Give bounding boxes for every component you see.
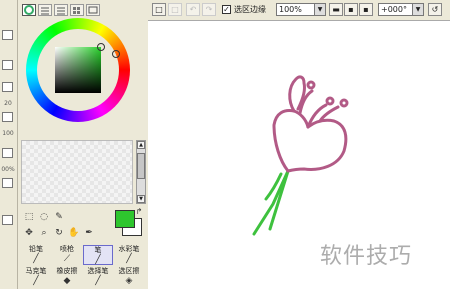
brush-airbrush[interactable]: 喷枪 ⟋: [52, 245, 82, 265]
airbrush-icon: ⟋: [63, 254, 71, 264]
brush-label: 马克笔: [25, 267, 47, 275]
slider-icon: [57, 7, 65, 15]
rotation-select[interactable]: +000° ▼: [378, 3, 424, 16]
select-eraser-icon: ◈: [125, 276, 133, 286]
brush-label: 笔: [94, 246, 102, 254]
lasso-icon[interactable]: ◌: [37, 211, 51, 223]
select-pen-icon: ╱: [95, 276, 101, 286]
brush-pen[interactable]: 笔 ╱: [83, 245, 113, 265]
density-value: 100: [2, 130, 14, 137]
slider-icon: [41, 7, 49, 15]
scroll-box[interactable]: [2, 215, 13, 225]
scratchpad-scrollbar[interactable]: ▲ ▼: [136, 140, 146, 204]
selection-edge-label: 选区边缘: [234, 5, 266, 14]
brush-pencil[interactable]: 铅笔 ╱: [21, 245, 51, 265]
redo-button[interactable]: ↷: [202, 3, 216, 16]
reset-zoom-button[interactable]: ▪: [359, 3, 373, 16]
rotate-ccw-icon: ↺: [431, 5, 439, 14]
eyedropper-icon[interactable]: ✒: [82, 227, 96, 239]
watercolor-icon: ╱: [126, 254, 132, 264]
scratchpad-tab[interactable]: [86, 4, 100, 16]
watermark: 软件技巧: [320, 244, 413, 269]
scratchpad-icon: [88, 6, 98, 14]
invert-selection-button[interactable]: □: [168, 3, 182, 16]
size-value: 20: [4, 100, 12, 107]
hsv-slider-tab[interactable]: [54, 4, 68, 16]
scroll-box[interactable]: [2, 30, 13, 40]
brush-eraser[interactable]: 橡皮擦 ◆: [52, 267, 82, 287]
scroll-up-button[interactable]: ▲: [137, 141, 145, 149]
undo-icon: ↶: [189, 5, 197, 14]
undo-button[interactable]: ↶: [186, 3, 200, 16]
zoom-icon[interactable]: ⌕: [37, 227, 51, 239]
brush-label: 橡皮擦: [56, 267, 78, 275]
zoom-select[interactable]: 100% ▼: [276, 3, 326, 16]
rect-select-icon[interactable]: ⬚: [22, 211, 36, 223]
brush-select-eraser[interactable]: 选区擦 ◈: [114, 267, 144, 287]
swatch-tab[interactable]: [70, 4, 84, 16]
saturation-value-square[interactable]: [55, 43, 105, 93]
brush-select-pen[interactable]: 选择笔 ╱: [83, 267, 113, 287]
selection-edge-checkbox[interactable]: ✓: [222, 5, 231, 14]
scroll-box[interactable]: [2, 60, 13, 70]
eraser-icon: ◆: [63, 276, 71, 286]
pencil-icon: ╱: [33, 254, 39, 264]
zoom-select-value: 100%: [279, 5, 302, 14]
flower-head: [272, 75, 349, 173]
chevron-down-icon: ▼: [314, 4, 325, 15]
rgb-slider-tab[interactable]: [38, 4, 52, 16]
color-wheel-icon: [24, 5, 34, 15]
brush-label: 选区擦: [118, 267, 140, 275]
zoom-out-button[interactable]: ▬: [329, 3, 343, 16]
brush-label: 喷枪: [60, 245, 74, 253]
left-edge-panel: 20 100 00%: [0, 0, 18, 289]
invert-icon: □: [171, 5, 179, 14]
deselect-icon: □: [155, 5, 163, 14]
rotation-select-value: +000°: [381, 5, 407, 14]
brush-watercolor[interactable]: 水彩笔 ╱: [114, 245, 144, 265]
marker-icon: ╱: [33, 276, 39, 286]
rotate-ccw-button[interactable]: ↺: [428, 3, 442, 16]
reset-icon: ▪: [363, 5, 369, 14]
scroll-box[interactable]: [2, 178, 13, 188]
zoom-value: 00%: [1, 166, 15, 173]
brush-marker[interactable]: 马克笔 ╱: [21, 267, 51, 287]
zoom-in-button[interactable]: ▪: [344, 3, 358, 16]
brush-label: 铅笔: [29, 245, 43, 253]
magic-wand-icon[interactable]: ✎: [52, 211, 66, 223]
scroll-box[interactable]: [2, 82, 13, 92]
sv-cursor[interactable]: [97, 43, 105, 51]
swatch-grid-icon: [73, 7, 80, 14]
hue-ring[interactable]: [26, 18, 130, 122]
brush-label: 水彩笔: [118, 245, 140, 253]
canvas-toolbar: □ □ ↶ ↷ ✓ 选区边缘 100% ▼ ▬ ▪ ▪ +000° ▼ ↺: [148, 0, 450, 21]
hand-icon[interactable]: ✋: [67, 227, 81, 239]
scroll-box[interactable]: [2, 148, 13, 158]
chevron-down-icon: ▼: [412, 4, 423, 15]
move-icon[interactable]: ✥: [22, 227, 36, 239]
color-wheel-tab[interactable]: [22, 4, 36, 16]
minus-icon: ▬: [332, 5, 340, 14]
flower-stem: [252, 169, 290, 236]
deselect-button[interactable]: □: [152, 3, 166, 16]
pen-icon: ╱: [95, 255, 101, 265]
redo-icon: ↷: [205, 5, 213, 14]
color-tool-panel: ▲ ▼ ⬚ ◌ ✎ ✥ ⌕ ↻ ✋ ✒ ↱ 铅笔 ╱ 喷枪 ⟋ 笔 ╱ 水彩笔 ╱ 马克…: [18, 0, 148, 289]
rotate-icon[interactable]: ↻: [52, 227, 66, 239]
swap-colors-icon[interactable]: ↱: [132, 206, 146, 218]
plus-icon: ▪: [348, 5, 354, 14]
hue-cursor[interactable]: [112, 50, 120, 58]
brush-label: 选择笔: [87, 267, 109, 275]
scroll-down-button[interactable]: ▼: [137, 195, 145, 203]
scroll-thumb[interactable]: [137, 153, 145, 179]
brush-tool-grid: 铅笔 ╱ 喷枪 ⟋ 笔 ╱ 水彩笔 ╱ 马克笔 ╱ 橡皮擦 ◆ 选择笔 ╱ 选区擦 ◈: [21, 245, 146, 289]
scroll-box[interactable]: [2, 112, 13, 122]
scratchpad-area[interactable]: [21, 140, 133, 204]
